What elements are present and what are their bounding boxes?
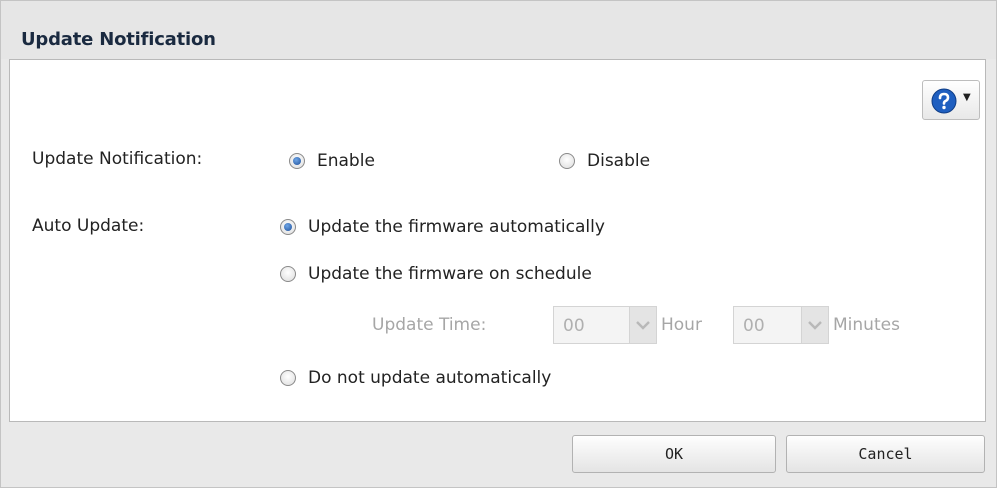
update-notification-label: Update Notification: (32, 149, 203, 169)
update-notification-dialog: Update Notification ▼ Update Notificatio… (0, 0, 997, 488)
radio-do-not-update-label: Do not update automatically (308, 368, 552, 388)
radio-enable[interactable]: Enable (289, 151, 375, 171)
radio-update-automatically-label: Update the firmware automatically (308, 217, 605, 237)
minute-select-value: 00 (743, 316, 765, 336)
hour-unit-label: Hour (661, 315, 702, 335)
radio-update-on-schedule[interactable]: Update the firmware on schedule (280, 264, 592, 284)
help-question-icon (931, 88, 957, 114)
hour-select[interactable]: 00 (553, 306, 657, 344)
radio-update-automatically[interactable]: Update the firmware automatically (280, 217, 605, 237)
minute-unit-label: Minutes (833, 315, 900, 335)
radio-disable[interactable]: Disable (559, 151, 650, 171)
radio-unselected-icon[interactable] (280, 266, 296, 282)
hour-select-value: 00 (563, 316, 585, 336)
auto-update-label: Auto Update: (32, 216, 145, 236)
update-time-label: Update Time: (372, 315, 487, 335)
dialog-content: ▼ Update Notification: Enable Disable Au… (9, 59, 986, 422)
dropdown-caret-icon: ▼ (963, 92, 971, 103)
radio-enable-label: Enable (317, 151, 375, 171)
minute-select[interactable]: 00 (733, 306, 829, 344)
chevron-down-icon[interactable] (801, 307, 828, 343)
chevron-down-icon[interactable] (629, 307, 656, 343)
radio-selected-icon[interactable] (289, 153, 305, 169)
help-button[interactable]: ▼ (922, 80, 980, 120)
radio-unselected-icon[interactable] (559, 153, 575, 169)
dialog-titlebar: Update Notification (1, 1, 996, 59)
ok-button[interactable]: OK (572, 435, 776, 473)
radio-selected-icon[interactable] (280, 219, 296, 235)
radio-disable-label: Disable (587, 151, 651, 171)
radio-do-not-update[interactable]: Do not update automatically (280, 368, 551, 388)
radio-update-on-schedule-label: Update the firmware on schedule (308, 264, 592, 284)
dialog-title: Update Notification (21, 29, 216, 50)
cancel-button[interactable]: Cancel (786, 435, 985, 473)
radio-unselected-icon[interactable] (280, 370, 296, 386)
